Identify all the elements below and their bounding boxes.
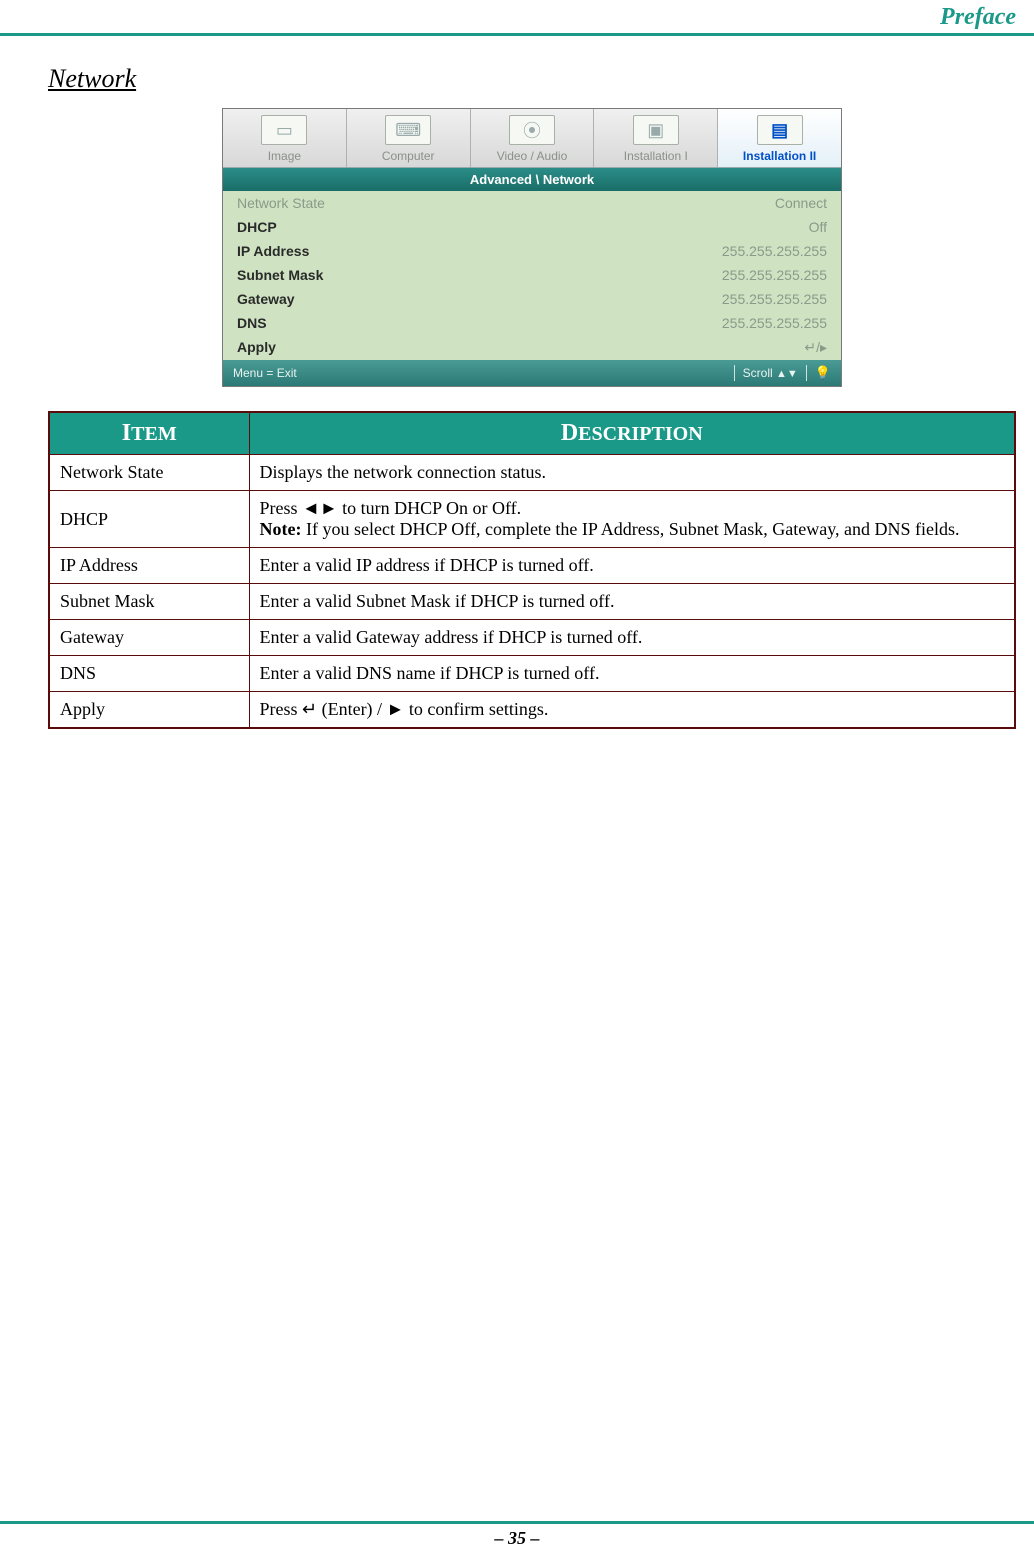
osd-row-value: 255.255.255.255 <box>722 291 827 307</box>
description-table: ITEM DESCRIPTION Network State Displays … <box>48 411 1016 729</box>
osd-row-subnet: Subnet Mask 255.255.255.255 <box>223 263 841 287</box>
osd-row-network-state: Network State Connect <box>223 191 841 215</box>
tab-label: Installation I <box>624 149 688 163</box>
table-header-item: ITEM <box>49 412 249 455</box>
section-heading: Network <box>48 64 1016 94</box>
osd-row-dns: DNS 255.255.255.255 <box>223 311 841 335</box>
osd-row-gateway: Gateway 255.255.255.255 <box>223 287 841 311</box>
cell-item: IP Address <box>49 548 249 584</box>
separator-icon <box>806 365 807 381</box>
osd-row-label: Gateway <box>237 291 295 307</box>
up-down-triangle-icon: ▲▼ <box>776 368 798 380</box>
lightbulb-icon: 💡 <box>815 365 831 381</box>
cell-desc: Press ◄► to turn DHCP On or Off. Note: I… <box>249 491 1015 548</box>
separator-icon <box>734 365 735 381</box>
page-number: – 35 – <box>495 1528 540 1548</box>
osd-row-value: 255.255.255.255 <box>722 267 827 283</box>
osd-row-ip: IP Address 255.255.255.255 <box>223 239 841 263</box>
cell-desc: Enter a valid IP address if DHCP is turn… <box>249 548 1015 584</box>
osd-screenshot: ▭ Image ⌨ Computer ⦿ Video / Audio ▣ Ins… <box>222 108 842 387</box>
cell-desc: Displays the network connection status. <box>249 455 1015 491</box>
tab-installation-1: ▣ Installation I <box>594 109 718 167</box>
dhcp-line1: Press ◄► to turn DHCP On or Off. <box>260 498 1005 519</box>
monitor-icon: ▭ <box>261 115 307 145</box>
tab-label: Installation II <box>743 149 816 163</box>
note-label: Note: <box>260 519 302 539</box>
cell-desc: Enter a valid Gateway address if DHCP is… <box>249 620 1015 656</box>
table-row: Apply Press ↵ (Enter) / ► to confirm set… <box>49 692 1015 729</box>
osd-row-value: ↵/▸ <box>804 339 827 356</box>
osd-footer: Menu = Exit Scroll ▲▼ 💡 <box>223 360 841 386</box>
cell-desc: Enter a valid DNS name if DHCP is turned… <box>249 656 1015 692</box>
osd-row-value: 255.255.255.255 <box>722 243 827 259</box>
tab-label: Video / Audio <box>497 149 568 163</box>
osd-footer-menu: Menu = Exit <box>233 366 297 380</box>
osd-row-label: DHCP <box>237 219 277 235</box>
osd-row-apply: Apply ↵/▸ <box>223 335 841 360</box>
video-audio-icon: ⦿ <box>509 115 555 145</box>
cell-item: Gateway <box>49 620 249 656</box>
osd-row-label: IP Address <box>237 243 309 259</box>
osd-row-label: Network State <box>237 195 325 211</box>
tab-label: Image <box>268 149 301 163</box>
dhcp-note: Note: If you select DHCP Off, complete t… <box>260 519 1005 540</box>
page-header: Preface <box>0 0 1034 36</box>
note-text: If you select DHCP Off, complete the IP … <box>301 519 959 539</box>
osd-list: Network State Connect DHCP Off IP Addres… <box>223 191 841 360</box>
osd-row-value: 255.255.255.255 <box>722 315 827 331</box>
cell-item: DHCP <box>49 491 249 548</box>
osd-row-label: DNS <box>237 315 267 331</box>
table-header-description: DESCRIPTION <box>249 412 1015 455</box>
page-footer: – 35 – <box>0 1521 1034 1549</box>
computer-icon: ⌨ <box>385 115 431 145</box>
table-row: DHCP Press ◄► to turn DHCP On or Off. No… <box>49 491 1015 548</box>
osd-row-value: Off <box>809 219 827 235</box>
osd-footer-scroll: Scroll ▲▼ <box>743 366 798 380</box>
tab-computer: ⌨ Computer <box>347 109 471 167</box>
table-row: DNS Enter a valid DNS name if DHCP is tu… <box>49 656 1015 692</box>
osd-tabs: ▭ Image ⌨ Computer ⦿ Video / Audio ▣ Ins… <box>223 109 841 168</box>
osd-row-dhcp: DHCP Off <box>223 215 841 239</box>
installation1-icon: ▣ <box>633 115 679 145</box>
installation2-icon: ▤ <box>757 115 803 145</box>
cell-desc: Press ↵ (Enter) / ► to confirm settings. <box>249 692 1015 729</box>
tab-video-audio: ⦿ Video / Audio <box>471 109 595 167</box>
cell-desc: Enter a valid Subnet Mask if DHCP is tur… <box>249 584 1015 620</box>
table-row: Gateway Enter a valid Gateway address if… <box>49 620 1015 656</box>
cell-item: DNS <box>49 656 249 692</box>
osd-row-label: Apply <box>237 339 276 356</box>
tab-image: ▭ Image <box>223 109 347 167</box>
cell-item: Subnet Mask <box>49 584 249 620</box>
header-title: Preface <box>940 4 1016 30</box>
tab-label: Computer <box>382 149 435 163</box>
tab-installation-2: ▤ Installation II <box>718 109 841 167</box>
cell-item: Network State <box>49 455 249 491</box>
cell-item: Apply <box>49 692 249 729</box>
osd-row-label: Subnet Mask <box>237 267 323 283</box>
osd-path: Advanced \ Network <box>223 168 841 191</box>
table-row: Subnet Mask Enter a valid Subnet Mask if… <box>49 584 1015 620</box>
osd-row-value: Connect <box>775 195 827 211</box>
table-row: Network State Displays the network conne… <box>49 455 1015 491</box>
table-row: IP Address Enter a valid IP address if D… <box>49 548 1015 584</box>
